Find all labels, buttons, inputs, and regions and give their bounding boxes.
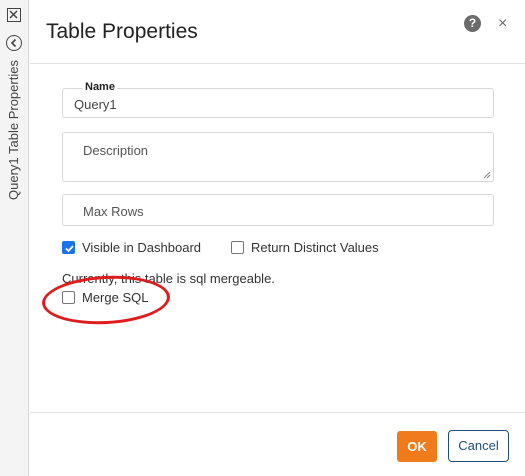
name-field-label: Name [83,81,117,93]
close-icon[interactable]: × [498,15,507,33]
description-placeholder: Description [83,143,149,158]
visible-in-dashboard-label[interactable]: Visible in Dashboard [82,240,201,255]
red-circle-annotation [40,272,172,328]
side-panel-rail: Query1 Table Properties [0,0,29,476]
panel-vertical-title: Query1 Table Properties [6,60,24,212]
table-properties-dialog: Table Properties ? × Name Query1 Descrip… [30,0,525,476]
ok-button[interactable]: OK [397,431,437,462]
max-rows-field[interactable]: Max Rows [62,194,494,226]
dialog-title: Table Properties [46,20,198,43]
name-field[interactable]: Name Query1 [62,81,494,118]
dialog-header: Table Properties ? × [30,0,525,64]
visible-in-dashboard-checkbox[interactable] [62,241,75,254]
help-icon[interactable]: ? [464,15,481,32]
return-distinct-values-checkbox[interactable] [231,241,244,254]
circle-chevron-left-icon[interactable] [6,35,22,51]
name-field-value[interactable]: Query1 [74,97,117,112]
cancel-button[interactable]: Cancel [448,430,509,462]
resize-grip-icon[interactable] [483,171,491,179]
description-field[interactable]: Description [62,132,494,182]
max-rows-placeholder: Max Rows [83,204,144,219]
dialog-footer: OK Cancel [30,412,525,476]
return-distinct-values-label[interactable]: Return Distinct Values [251,240,379,255]
close-box-icon[interactable] [7,8,21,22]
panel-vertical-title-text: Query1 Table Properties [6,60,21,200]
